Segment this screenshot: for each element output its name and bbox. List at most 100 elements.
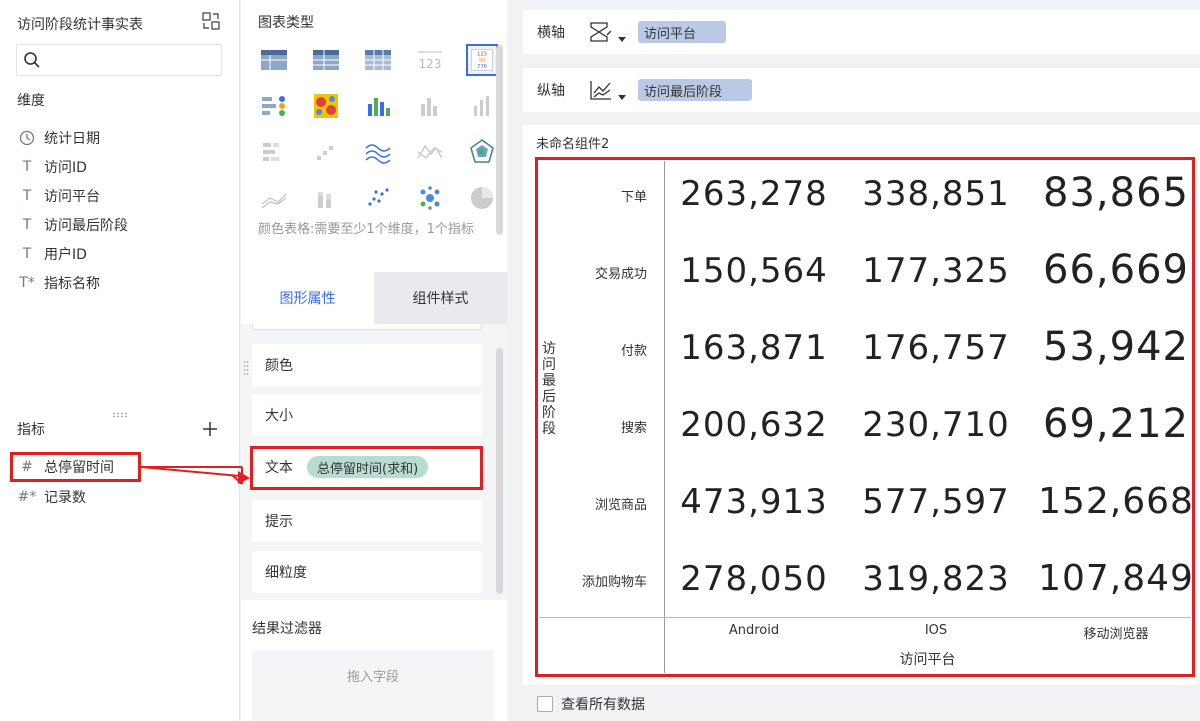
table-cell-value[interactable]: 338,851 [846,174,1026,214]
tab-graph-properties[interactable]: 图形属性 [241,272,374,324]
show-all-data-checkbox[interactable] [537,696,553,712]
row-header: 浏览商品 [594,498,647,513]
row-header: 付款 [620,344,647,359]
resize-handle[interactable] [112,406,128,418]
chart-type-bar-chart-icon[interactable] [414,90,446,122]
chart-type-gantt-icon[interactable] [258,90,290,122]
x-axis-sort-icon[interactable] [589,20,615,44]
chart-component: 未命名组件2 访问最后阶段 访问平台 下单 263,278 338,851 83,86… [523,125,1200,685]
dimension-field-label: 访问最后阶段 [44,218,128,234]
svg-text:90: 90 [479,58,486,64]
chart-config-panel: 图表类型 123 123 90 776 颜色表格:需要至少1个维度，1个指标 图形属性… [241,0,507,721]
chart-type-table-icon[interactable] [258,44,290,76]
clock-icon [18,129,36,147]
filter-drop-zone[interactable]: 拖入字段 [252,650,494,721]
table-cell-value[interactable]: 163,871 [664,328,844,368]
size-property[interactable]: 大小 [252,394,482,436]
measure-field-label: 记录数 [44,490,86,506]
table-cell-value[interactable]: 53,942 [1026,324,1200,370]
dimension-field-item[interactable]: T 访问最后阶段 [18,214,128,236]
chart-type-area-line-icon[interactable] [414,136,446,168]
column-axis-title: 访问平台 [899,652,956,668]
table-cell-value[interactable]: 577,597 [846,482,1026,522]
chart-type-title: 图表类型 [258,15,314,31]
chart-type-bubble-icon[interactable] [414,182,446,214]
drag-grip-icon[interactable] [243,360,249,376]
show-all-data-option[interactable]: 查看所有数据 [537,694,645,714]
svg-text:776: 776 [477,64,488,70]
table-cell-value[interactable]: 177,325 [846,251,1026,291]
chart-type-area-chart-icon[interactable] [258,182,290,214]
dimension-field-item[interactable]: 统计日期 [18,127,100,149]
row-header: 搜索 [620,421,647,436]
y-axis-label: 纵轴 [537,83,565,99]
table-cell-value[interactable]: 278,050 [664,559,844,599]
dimension-field-label: 指标名称 [44,276,100,292]
dataset-title: 访问阶段统计事实表 [17,17,143,33]
table-cell-value[interactable]: 107,849 [1026,558,1200,599]
color-table: 访问最后阶段 访问平台 下单 263,278 338,851 83,865 交易成功 15… [539,161,1193,673]
field-search-input[interactable] [16,44,222,76]
dimension-field-item[interactable]: T 访问ID [18,156,87,178]
chart-type-heatmap-icon[interactable] [310,90,342,122]
chart-type-scrollbar[interactable] [496,45,503,235]
tab-component-style[interactable]: 组件样式 [374,272,507,324]
table-cell-value[interactable]: 200,632 [664,405,844,445]
chart-type-pie-chart-icon[interactable] [466,182,498,214]
component-name[interactable]: 未命名组件2 [536,133,609,152]
table-cell-value[interactable]: 150,564 [664,251,844,291]
table-cell-value[interactable]: 69,212 [1026,401,1200,447]
table-cell-value[interactable]: 319,823 [846,559,1026,599]
chart-type-line-chart-icon[interactable] [362,136,394,168]
y-axis-chart-icon[interactable] [589,78,615,102]
chart-type-stacked-bar-icon[interactable] [258,136,290,168]
y-axis-dropdown-caret[interactable] [618,94,626,100]
chart-type-stacked-column-icon[interactable] [310,182,342,214]
row-header: 下单 [620,190,647,205]
chart-type-column-chart-icon[interactable] [466,90,498,122]
add-measure-icon[interactable] [202,421,218,437]
column-header: IOS [924,623,948,638]
chart-canvas: 横轴 访问平台 纵轴 访问最后阶段 未命名组件2 访问最后阶段 访问平台 下单 2… [507,0,1200,721]
table-cell-value[interactable]: 176,757 [846,328,1026,368]
chart-type-detail-table-icon[interactable] [362,44,394,76]
property-scrollbar[interactable] [496,348,503,594]
dimension-field-item[interactable]: T 用户ID [18,243,87,265]
table-cell-value[interactable]: 152,668 [1026,481,1200,522]
partial-property-row[interactable]: 文本 [252,324,482,330]
measure-section-title: 指标 [17,422,45,438]
chart-type-step-icon[interactable] [310,136,342,168]
dimension-field-item[interactable]: T* 指标名称 [18,272,100,294]
row-header: 交易成功 [594,267,647,282]
switch-dataset-icon[interactable] [202,12,220,30]
dimension-section-title: 维度 [17,93,45,109]
tooltip-property[interactable]: 提示 [252,500,482,542]
text-type-icon: T [22,188,32,204]
x-axis-dropdown-caret[interactable] [618,36,626,42]
table-cell-value[interactable]: 473,913 [664,482,844,522]
text-property-highlight-box [250,446,483,490]
granularity-property[interactable]: 细粒度 [252,551,482,593]
dimension-field-label: 用户ID [44,247,87,263]
x-axis-row: 横轴 访问平台 [523,10,1200,54]
color-property[interactable]: 颜色 [252,344,482,386]
measure-field-item[interactable]: #* 记录数 [18,486,86,508]
chart-type-multi-bar-icon[interactable] [362,90,394,122]
measure-highlight-box [10,452,141,482]
dimension-field-item[interactable]: T 访问平台 [18,185,100,207]
svg-text:123: 123 [477,52,487,58]
x-axis-field-pill[interactable]: 访问平台 [638,21,727,43]
chart-type-kpi-number-icon[interactable]: 123 [414,44,446,76]
chart-type-radar-icon[interactable] [466,136,498,168]
search-icon [24,52,40,68]
y-axis-field-pill[interactable]: 访问最后阶段 [638,79,753,101]
chart-type-scatter-icon[interactable] [362,182,394,214]
table-cell-value[interactable]: 263,278 [664,174,844,214]
property-list: 文本 颜色 大小 文本 总停留时间(求和) 提示 细粒度 [241,324,507,600]
chart-type-cross-table-icon[interactable] [310,44,342,76]
chart-type-color-table-icon[interactable]: 123 90 776 [466,44,498,76]
table-cell-value[interactable]: 230,710 [846,405,1026,445]
table-cell-value[interactable]: 66,669 [1026,247,1200,293]
table-cell-value[interactable]: 83,865 [1026,170,1200,216]
dimension-field-label: 统计日期 [44,131,100,147]
